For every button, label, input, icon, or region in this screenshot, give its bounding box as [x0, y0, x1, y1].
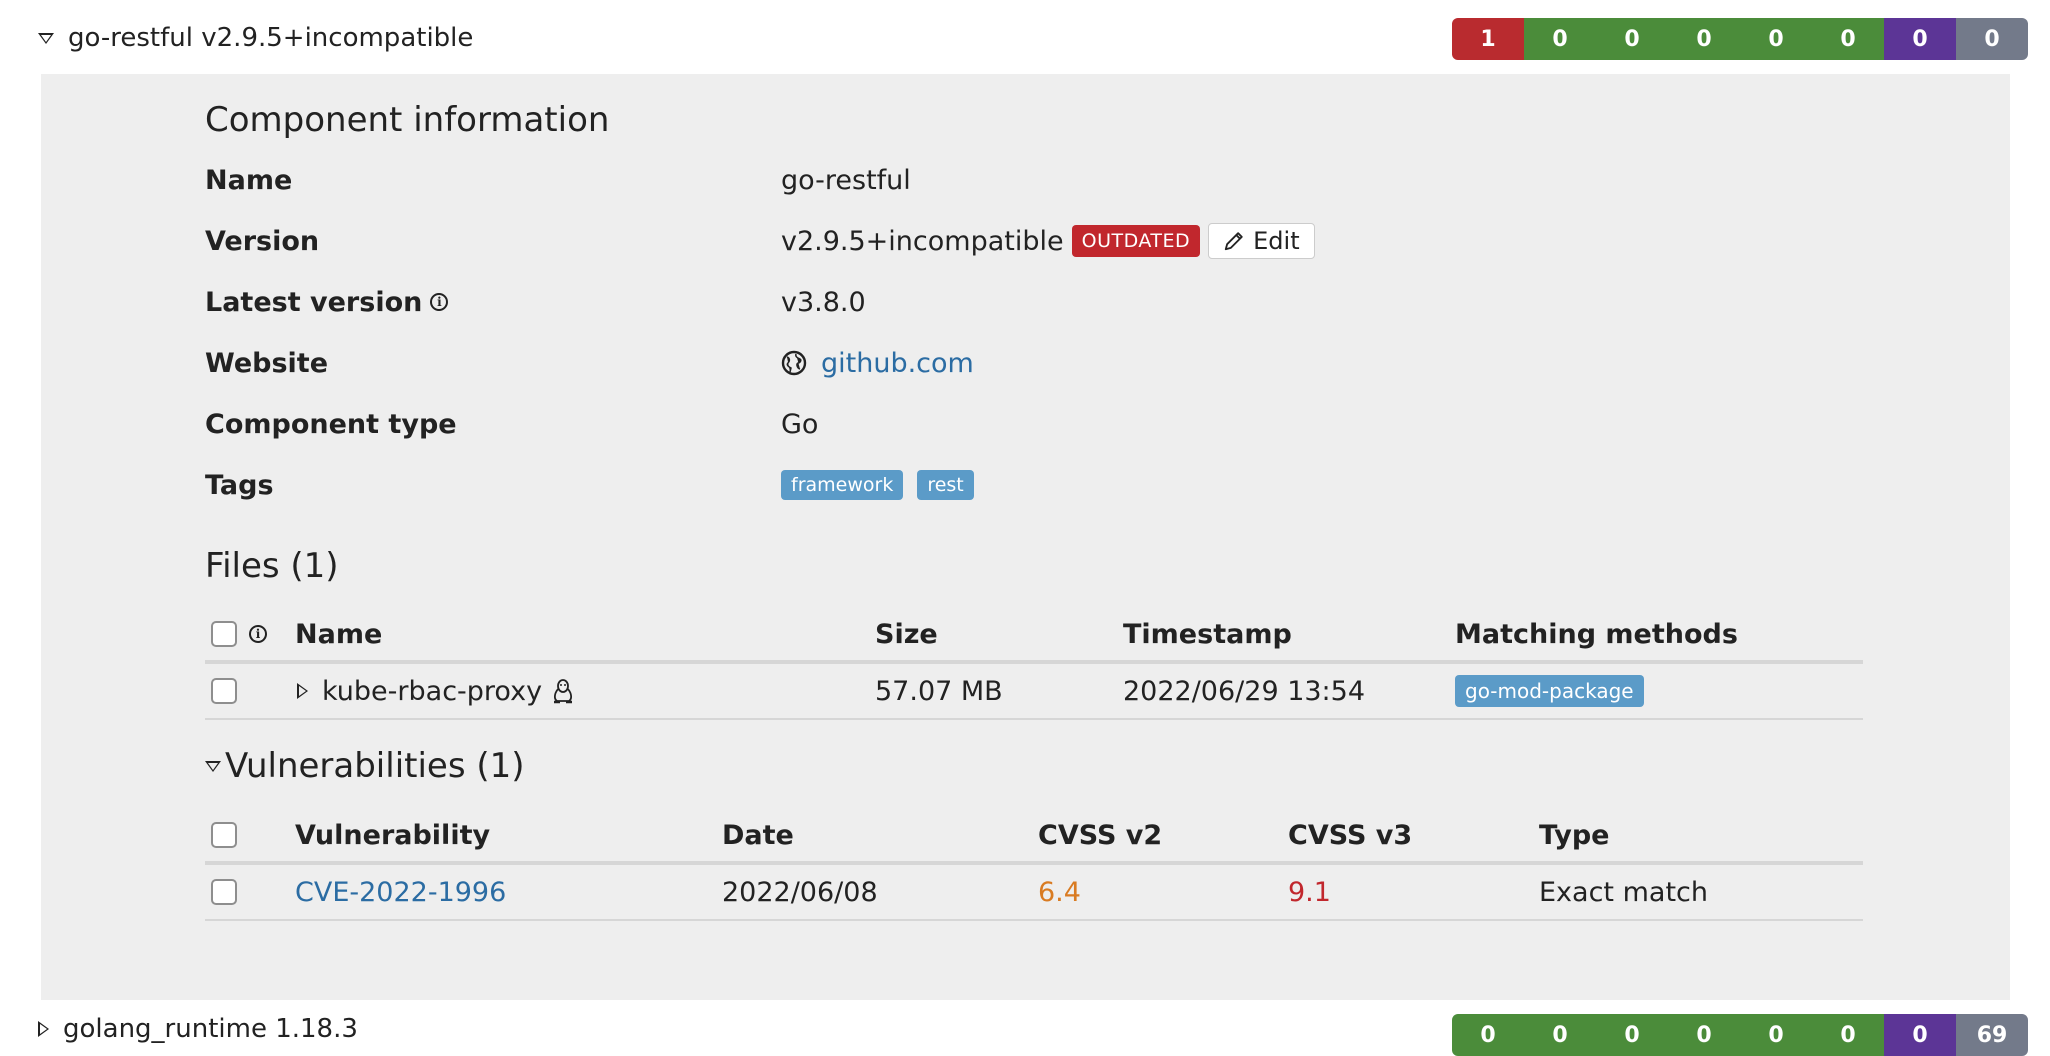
vulnerabilities-table: Vulnerability Date CVSS v2 CVSS v3 Type …: [205, 809, 1863, 921]
select-all-files-checkbox[interactable]: [211, 621, 237, 647]
latest-version-label: Latest version: [205, 286, 423, 318]
select-all-vulnerabilities-checkbox[interactable]: [211, 822, 237, 848]
severity-count[interactable]: 0: [1884, 18, 1956, 60]
next-severity-counts: 0 0 0 0 0 0 0 69: [1452, 1014, 2028, 1056]
chevron-down-icon[interactable]: [205, 760, 221, 772]
website-label: Website: [205, 347, 329, 379]
files-heading: Files (1): [205, 546, 339, 586]
info-icon[interactable]: i: [430, 293, 449, 311]
file-size: 57.07 MB: [875, 675, 1003, 707]
severity-count[interactable]: 69: [1956, 1014, 2028, 1056]
edit-version-button[interactable]: Edit: [1208, 223, 1315, 259]
tags-label: Tags: [205, 469, 274, 501]
file-name-cell[interactable]: kube-rbac-proxy: [297, 676, 576, 707]
next-component-header[interactable]: golang_runtime 1.18.3: [38, 1014, 358, 1044]
info-row-name: Name go-restful: [205, 160, 1605, 200]
severity-count[interactable]: 0: [1524, 18, 1596, 60]
edit-label: Edit: [1253, 227, 1300, 255]
vulnerabilities-table-header: Vulnerability Date CVSS v2 CVSS v3 Type: [205, 809, 1863, 865]
chevron-right-icon[interactable]: [38, 1021, 49, 1037]
globe-icon: [781, 350, 807, 376]
info-row-component-type: Component type Go: [205, 404, 1605, 444]
files-table: i Name Size Timestamp Matching methods k…: [205, 608, 1863, 720]
column-header-cvss-v3[interactable]: CVSS v3: [1288, 820, 1412, 851]
severity-count[interactable]: 0: [1812, 1014, 1884, 1056]
chevron-down-icon[interactable]: [38, 32, 54, 44]
file-timestamp: 2022/06/29 13:54: [1123, 675, 1366, 707]
latest-version-label-group: Latest version i: [205, 287, 781, 318]
component-type-label: Component type: [205, 408, 457, 440]
severity-count[interactable]: 0: [1452, 1014, 1524, 1056]
match-type: Exact match: [1539, 876, 1708, 908]
file-name: kube-rbac-proxy: [322, 675, 543, 707]
column-header-timestamp[interactable]: Timestamp: [1123, 619, 1292, 650]
component-header[interactable]: go-restful v2.9.5+incompatible: [38, 18, 473, 58]
column-header-date[interactable]: Date: [722, 820, 794, 851]
cvss-v2-score: 6.4: [1038, 876, 1081, 908]
name-label: Name: [205, 164, 293, 196]
next-component-title: golang_runtime 1.18.3: [63, 1014, 358, 1044]
severity-count[interactable]: 0: [1596, 1014, 1668, 1056]
row-checkbox[interactable]: [211, 879, 237, 905]
severity-counts: 10000000: [1452, 18, 2028, 60]
website-link[interactable]: github.com: [821, 348, 974, 379]
component-information-heading: Component information: [205, 100, 610, 140]
table-row: CVE-2022-1996 2022/06/08 6.4 9.1 Exact m…: [205, 865, 1863, 921]
version-value: v2.9.5+incompatible: [781, 225, 1064, 257]
column-header-cvss-v2[interactable]: CVSS v2: [1038, 820, 1162, 851]
version-label: Version: [205, 225, 320, 257]
severity-count[interactable]: 0: [1668, 18, 1740, 60]
severity-count[interactable]: 0: [1596, 18, 1668, 60]
linux-icon: [554, 679, 573, 704]
severity-count[interactable]: 0: [1668, 1014, 1740, 1056]
outdated-badge: OUTDATED: [1071, 225, 1201, 257]
info-row-latest-version: Latest version i v3.8.0: [205, 282, 1605, 322]
severity-count[interactable]: 1: [1452, 18, 1524, 60]
row-checkbox[interactable]: [211, 678, 237, 704]
severity-count[interactable]: 0: [1884, 1014, 1956, 1056]
severity-count[interactable]: 0: [1524, 1014, 1596, 1056]
tag: rest: [917, 470, 974, 500]
component-title: go-restful v2.9.5+incompatible: [68, 23, 474, 53]
component-details-panel: Component information Name go-restful Ve…: [41, 74, 2010, 1000]
chevron-right-icon[interactable]: [297, 683, 308, 699]
pencil-icon: [1224, 232, 1243, 251]
vulnerability-date: 2022/06/08: [722, 876, 878, 908]
info-row-website: Website github.com: [205, 343, 1605, 383]
latest-version-value: v3.8.0: [781, 286, 866, 318]
vulnerabilities-heading-text: Vulnerabilities (1): [225, 746, 525, 786]
severity-count[interactable]: 0: [1740, 1014, 1812, 1056]
info-row-version: Version v2.9.5+incompatible OUTDATED Edi…: [205, 221, 1605, 261]
tags-value-group: framework rest: [781, 470, 980, 500]
column-header-matching-methods[interactable]: Matching methods: [1455, 619, 1738, 650]
column-header-name[interactable]: Name: [295, 619, 382, 650]
column-header-size[interactable]: Size: [875, 619, 938, 650]
website-value-group: github.com: [781, 348, 974, 379]
info-icon[interactable]: i: [249, 625, 267, 643]
files-table-header: i Name Size Timestamp Matching methods: [205, 608, 1863, 664]
version-value-group: v2.9.5+incompatible OUTDATED Edit: [781, 223, 1315, 259]
vulnerabilities-heading[interactable]: Vulnerabilities (1): [205, 746, 525, 786]
vulnerability-link[interactable]: CVE-2022-1996: [295, 877, 506, 908]
matching-method-badge: go-mod-package: [1455, 675, 1644, 707]
column-header-vulnerability[interactable]: Vulnerability: [295, 820, 490, 851]
cvss-v3-score: 9.1: [1288, 876, 1331, 908]
severity-count[interactable]: 0: [1740, 18, 1812, 60]
column-header-type[interactable]: Type: [1539, 820, 1609, 851]
severity-count[interactable]: 0: [1812, 18, 1884, 60]
name-value: go-restful: [781, 164, 911, 196]
component-type-value: Go: [781, 408, 819, 440]
tag: framework: [781, 470, 904, 500]
severity-count[interactable]: 0: [1956, 18, 2028, 60]
table-row: kube-rbac-proxy 57.07 MB 2022/06/29 13:5…: [205, 664, 1863, 720]
info-row-tags: Tags framework rest: [205, 465, 1605, 505]
